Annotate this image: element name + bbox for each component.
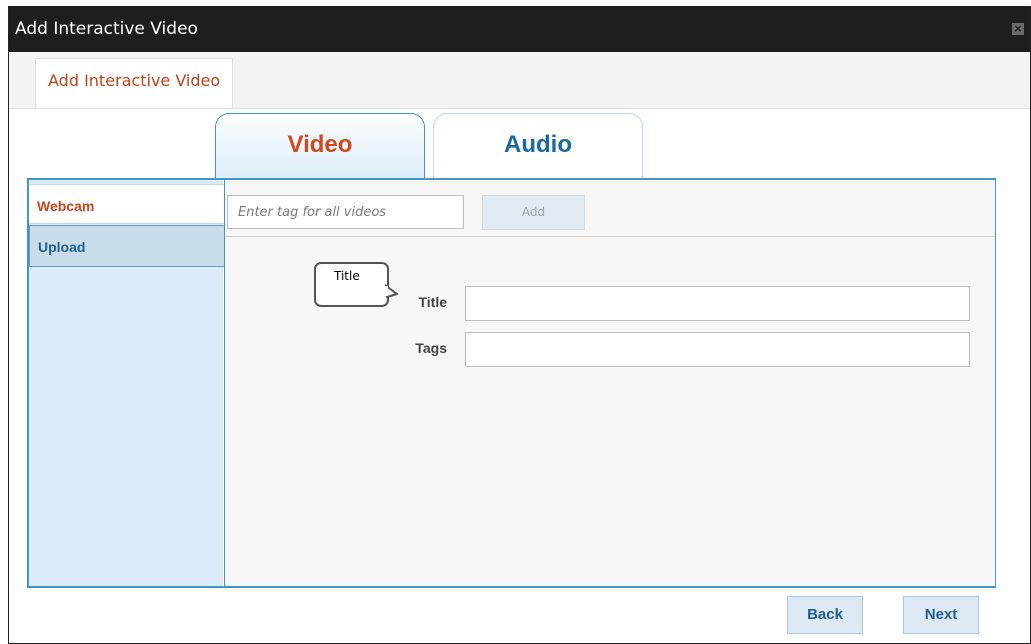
tab-add-interactive-video[interactable]: Add Interactive Video: [35, 58, 234, 108]
close-icon[interactable]: ×: [1012, 23, 1024, 35]
sidebar-item-upload[interactable]: Upload: [29, 225, 226, 267]
media-panel: Webcam Upload Add Title Title Tags: [27, 178, 996, 588]
title-bar: Add Interactive Video ×: [9, 7, 1030, 52]
upload-content: Add Title Title Tags: [224, 180, 995, 586]
sidebar-item-webcam[interactable]: Webcam: [29, 184, 226, 224]
tab-video[interactable]: Video: [215, 113, 425, 181]
tag-all-videos-input[interactable]: [227, 195, 464, 229]
add-tag-button[interactable]: Add: [482, 195, 585, 230]
back-button[interactable]: Back: [787, 596, 863, 634]
top-tab-bar: Add Interactive Video: [9, 52, 1030, 109]
source-sidebar: Webcam Upload: [29, 180, 226, 586]
title-label: Title: [418, 294, 447, 310]
tag-bar: Add: [225, 180, 995, 237]
tags-field[interactable]: [465, 332, 970, 367]
title-field[interactable]: [465, 286, 970, 321]
next-button[interactable]: Next: [903, 596, 979, 634]
window-title: Add Interactive Video: [15, 19, 198, 39]
tags-label: Tags: [415, 340, 447, 356]
tab-audio[interactable]: Audio: [433, 113, 643, 181]
